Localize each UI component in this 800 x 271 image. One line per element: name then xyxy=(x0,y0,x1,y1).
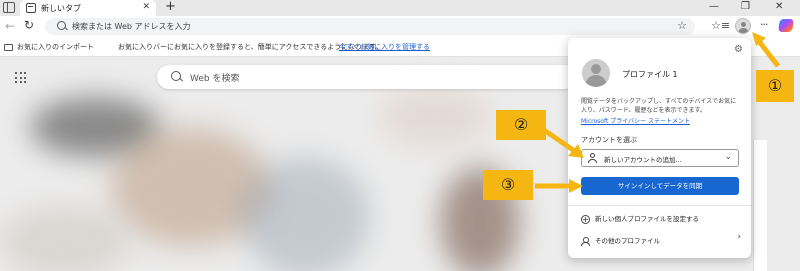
web-search-box[interactable]: Web を検索 xyxy=(157,65,577,89)
close-window-button[interactable]: ✕ xyxy=(775,1,783,12)
profile-flyout: ⚙ プロファイル 1 閲覧データをバックアップし、すべてのデバイスでお気に入り、… xyxy=(568,38,751,258)
minimize-button[interactable]: — xyxy=(709,1,719,12)
profile-name: プロファイル 1 xyxy=(622,70,678,79)
manage-favorites-link[interactable]: 今すぐお気に入りを管理する xyxy=(339,42,430,52)
web-search-input[interactable]: Web を検索 xyxy=(190,71,239,84)
add-profile-item[interactable]: + 新しい個人プロファイルを設定する xyxy=(581,213,699,224)
background-blur xyxy=(240,157,370,271)
search-icon xyxy=(171,71,181,81)
back-button[interactable]: ← xyxy=(5,19,15,33)
tab-title: 新しいタブ xyxy=(41,4,81,13)
import-favorites-label: お気に入りのインポート xyxy=(17,43,94,51)
search-icon xyxy=(57,21,66,30)
other-profiles-item[interactable]: その他のプロファイル xyxy=(581,235,660,246)
add-profile-label: 新しい個人プロファイルを設定する xyxy=(595,215,699,223)
restore-button[interactable]: ❐ xyxy=(741,1,750,12)
background-blur xyxy=(0,207,130,271)
callout-2: ② xyxy=(496,110,546,140)
plus-circle-icon: + xyxy=(581,214,590,224)
tab-actions-icon[interactable] xyxy=(3,2,15,13)
other-profiles-label: その他のプロファイル xyxy=(595,237,660,245)
side-panel-edge xyxy=(753,140,767,271)
add-favorite-star-icon[interactable]: ☆ xyxy=(677,19,687,32)
profiles-icon xyxy=(581,236,590,246)
profile-description: 閲覧データをバックアップし、すべてのデバイスでお気に入り、パスワード、履歴などを… xyxy=(581,98,737,114)
callout-1: ① xyxy=(756,70,794,102)
refresh-button[interactable]: ↻ xyxy=(24,18,34,32)
arrow-to-account-select-icon xyxy=(542,127,584,158)
divider xyxy=(568,205,751,206)
new-tab-button[interactable]: + xyxy=(165,0,176,14)
import-favorites-button[interactable]: お気に入りのインポート xyxy=(4,42,94,52)
arrow-to-signin-icon xyxy=(535,179,583,193)
arrow-to-avatar-icon xyxy=(752,32,780,68)
tab-close-icon[interactable]: ✕ xyxy=(142,2,150,12)
chevron-right-icon: › xyxy=(737,232,741,242)
address-bar[interactable]: 検索または Web アドレスを入力 ☆ xyxy=(45,18,695,35)
address-input[interactable]: 検索または Web アドレスを入力 xyxy=(72,21,191,32)
account-select[interactable]: 新しいアカウントの追加... ⌄ xyxy=(581,149,739,167)
profile-settings-gear-icon[interactable]: ⚙ xyxy=(734,44,743,55)
signin-sync-button[interactable]: サインインしてデータを同期 xyxy=(581,177,739,195)
apps-grid-icon[interactable] xyxy=(15,72,27,84)
tab-strip: 新しいタブ ✕ + — ❐ ✕ xyxy=(0,0,800,16)
favorites-icon[interactable]: ☆≡ xyxy=(711,19,730,32)
new-tab-icon xyxy=(26,3,36,13)
account-select-value: 新しいアカウントの追加... xyxy=(604,156,682,164)
tab-new-tab[interactable]: 新しいタブ ✕ xyxy=(20,0,156,16)
import-icon xyxy=(4,43,13,51)
profile-avatar xyxy=(582,59,610,87)
callout-3: ③ xyxy=(483,170,533,200)
privacy-statement-link[interactable]: Microsoft プライバシー ステートメント xyxy=(581,116,690,125)
chevron-down-icon: ⌄ xyxy=(724,152,732,162)
toolbar: ← ↻ 検索または Web アドレスを入力 ☆ ☆≡ ··· xyxy=(0,16,800,37)
background-blur xyxy=(380,87,490,147)
